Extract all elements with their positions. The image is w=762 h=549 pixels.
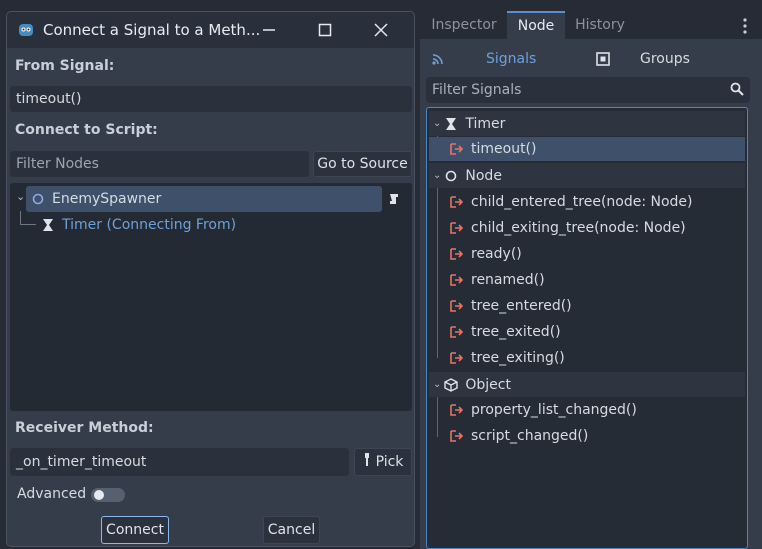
- signal-item[interactable]: tree_entered(): [449, 294, 572, 318]
- signal-label: renamed(): [471, 272, 545, 288]
- signal-arrow-icon: [449, 428, 465, 444]
- node-circle-icon: [443, 168, 459, 184]
- signals-label: Signals: [486, 51, 537, 67]
- hourglass-icon: [443, 116, 459, 132]
- signal-arrow-icon: [449, 350, 465, 366]
- signal-arrow-icon: [449, 272, 465, 288]
- signal-wifi-icon: [432, 53, 444, 65]
- groups-label: Groups: [640, 51, 690, 67]
- hourglass-icon: [40, 217, 56, 233]
- pick-button[interactable]: Pick: [354, 448, 412, 476]
- receiver-method-input[interactable]: _on_timer_timeout: [10, 448, 349, 476]
- kebab-menu-icon[interactable]: [742, 17, 748, 39]
- filter-signals-placeholder: Filter Signals: [432, 82, 522, 98]
- node-circle-icon: [30, 191, 46, 207]
- godot-logo-icon: [17, 21, 35, 39]
- scene-tree: ⌄ EnemySpawner Timer (Connecting From): [10, 183, 412, 411]
- close-icon: [374, 23, 388, 37]
- minimize-icon: [263, 29, 275, 31]
- tree-item-label: Timer (Connecting From): [62, 217, 237, 233]
- signal-label: tree_exiting(): [471, 350, 565, 366]
- category-label: Node: [465, 167, 502, 184]
- node-panel: Signals Groups Filter Signals ⌄ Timer ti…: [420, 39, 762, 549]
- signal-label: tree_exited(): [471, 324, 561, 340]
- tree-item-label: EnemySpawner: [52, 191, 162, 207]
- signal-arrow-icon: [449, 246, 465, 262]
- collapse-arrow-icon: ⌄: [433, 379, 442, 390]
- dialog-titlebar[interactable]: Connect a Signal to a Meth...: [7, 12, 414, 48]
- search-icon: [730, 82, 744, 100]
- signal-label: child_exiting_tree(node: Node): [471, 220, 686, 236]
- category-timer[interactable]: ⌄ Timer: [429, 111, 745, 136]
- signal-item[interactable]: timeout(): [429, 137, 745, 161]
- signal-label: timeout(): [471, 141, 537, 157]
- category-label: Timer: [465, 115, 506, 132]
- receiver-method-label: Receiver Method:: [15, 420, 154, 436]
- cancel-button[interactable]: Cancel: [263, 516, 320, 544]
- signal-arrow-icon: [449, 402, 465, 418]
- signal-item[interactable]: tree_exited(): [449, 320, 561, 344]
- signal-item[interactable]: ready(): [449, 242, 522, 266]
- category-object[interactable]: ⌄ Object: [429, 372, 745, 397]
- maximize-icon: [318, 23, 332, 37]
- signal-arrow-icon: [449, 141, 465, 157]
- signal-label: ready(): [471, 246, 522, 262]
- tree-item-timer[interactable]: Timer (Connecting From): [40, 212, 236, 238]
- connect-button[interactable]: Connect: [101, 516, 169, 544]
- signal-arrow-icon: [449, 194, 465, 210]
- tree-item-enemyspawner[interactable]: EnemySpawner: [26, 186, 382, 212]
- collapse-arrow-icon[interactable]: ⌄: [16, 190, 25, 203]
- from-signal-label: From Signal:: [15, 58, 115, 74]
- close-button[interactable]: [353, 12, 409, 48]
- tab-inspector[interactable]: Inspector: [422, 11, 506, 39]
- advanced-label: Advanced: [17, 486, 87, 502]
- signal-label: child_entered_tree(node: Node): [471, 194, 693, 210]
- signal-label: script_changed(): [471, 428, 589, 444]
- signal-item[interactable]: child_entered_tree(node: Node): [449, 190, 693, 214]
- groups-tab[interactable]: Groups: [596, 47, 690, 71]
- signal-item[interactable]: tree_exiting(): [449, 346, 565, 370]
- signal-label: property_list_changed(): [471, 402, 637, 418]
- signals-tab[interactable]: Signals: [432, 47, 536, 71]
- tab-history[interactable]: History: [568, 11, 632, 39]
- filter-signals-input[interactable]: Filter Signals: [426, 77, 750, 103]
- minimize-button[interactable]: [241, 12, 297, 48]
- pick-label: Pick: [375, 454, 404, 470]
- signals-tree: ⌄ Timer timeout() ⌄ Node child_entered_t…: [426, 107, 748, 549]
- script-icon[interactable]: [387, 192, 401, 210]
- from-signal-field[interactable]: timeout(): [10, 86, 412, 112]
- filter-nodes-input[interactable]: Filter Nodes: [10, 151, 309, 177]
- category-label: Object: [465, 376, 511, 393]
- signal-item[interactable]: property_list_changed(): [449, 398, 637, 422]
- pipette-icon: [363, 453, 371, 471]
- tab-node[interactable]: Node: [507, 11, 565, 39]
- connect-signal-dialog: Connect a Signal to a Meth... From Signa…: [6, 11, 415, 547]
- signal-label: tree_entered(): [471, 298, 572, 314]
- collapse-arrow-icon: ⌄: [433, 170, 442, 181]
- connect-to-script-label: Connect to Script:: [15, 122, 158, 138]
- signal-arrow-icon: [449, 324, 465, 340]
- dock-tabbar: Inspector Node History: [420, 11, 762, 39]
- category-node[interactable]: ⌄ Node: [429, 163, 745, 188]
- maximize-button[interactable]: [297, 12, 353, 48]
- advanced-toggle[interactable]: [91, 488, 125, 502]
- signal-item[interactable]: renamed(): [449, 268, 545, 292]
- groups-icon: [596, 52, 610, 66]
- node-dock: Inspector Node History Signals Groups Fi…: [420, 0, 762, 549]
- signal-arrow-icon: [449, 298, 465, 314]
- signal-item[interactable]: script_changed(): [449, 424, 588, 448]
- object-cube-icon: [443, 377, 459, 393]
- collapse-arrow-icon: ⌄: [433, 118, 442, 129]
- dialog-title: Connect a Signal to a Meth...: [43, 21, 261, 39]
- signal-item[interactable]: child_exiting_tree(node: Node): [449, 216, 686, 240]
- signal-arrow-icon: [449, 220, 465, 236]
- go-to-source-button[interactable]: Go to Source: [313, 151, 412, 177]
